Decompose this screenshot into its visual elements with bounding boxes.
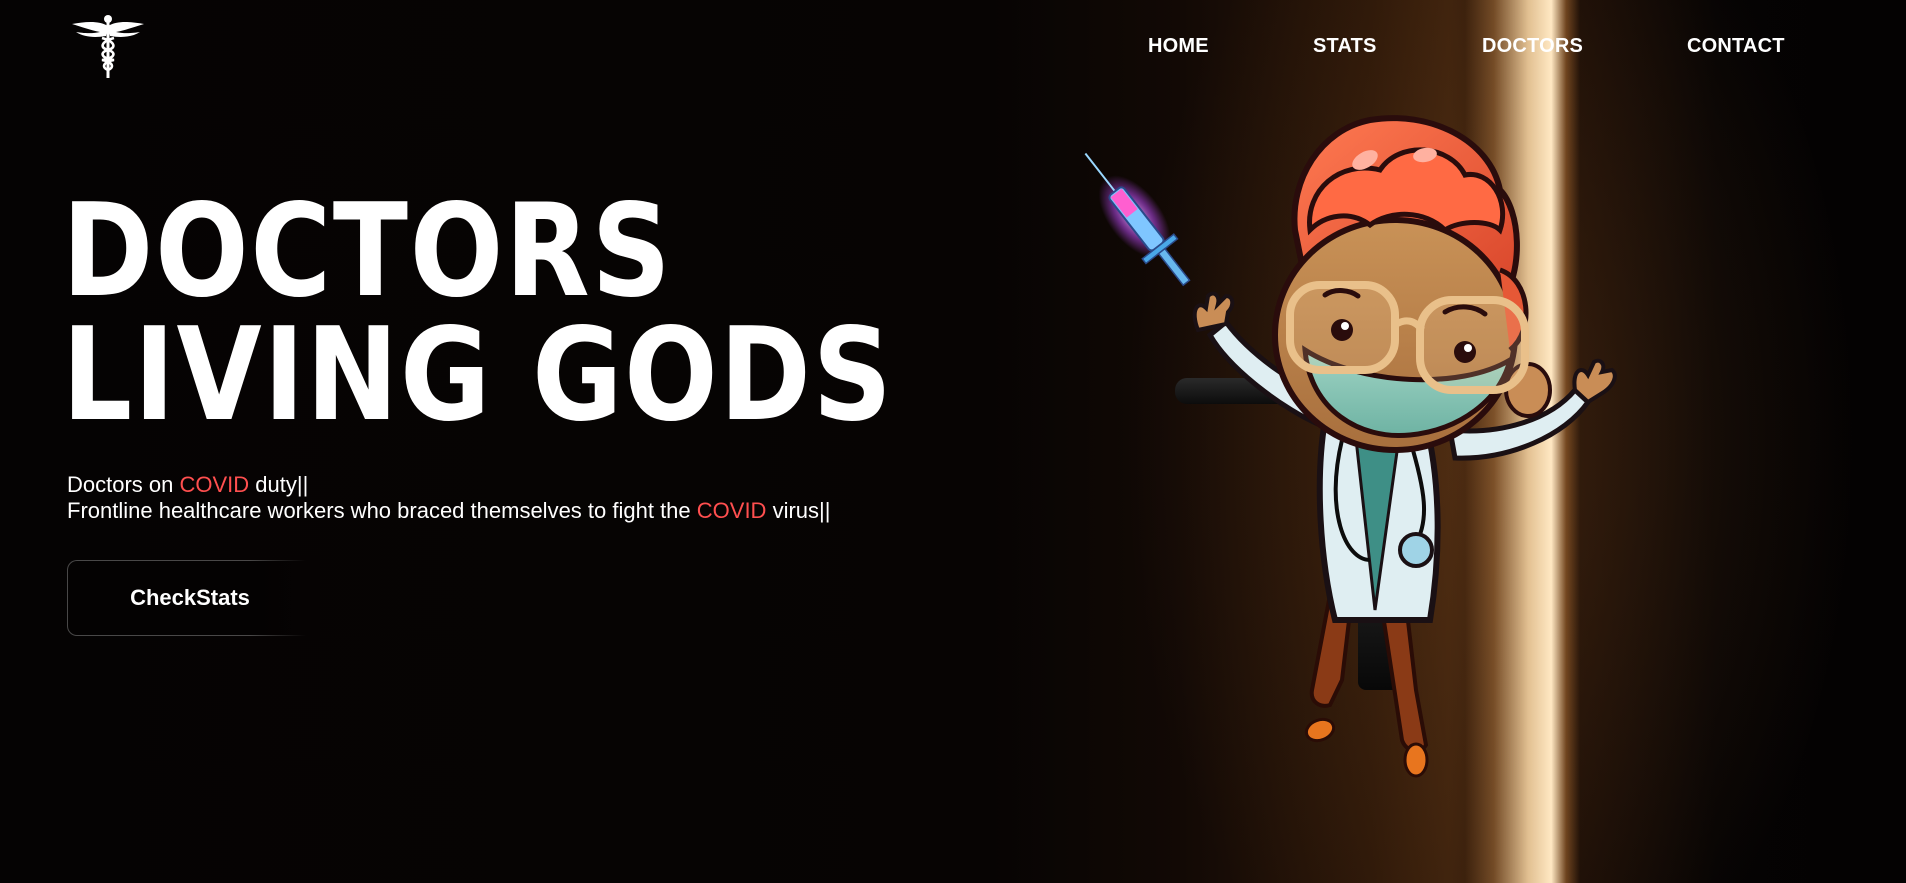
subtitle2-text: Frontline healthcare workers who braced … (67, 498, 697, 523)
subtitle1-highlight: COVID (179, 472, 250, 497)
nav-doctors-link[interactable]: DOCTORS (1482, 35, 1583, 58)
hero-title-line1: DOCTORS (62, 177, 673, 326)
hero-title-line2: LIVING GODS (62, 301, 894, 450)
nav-home-link[interactable]: HOME (1148, 35, 1209, 58)
nav-stats-link[interactable]: STATS (1313, 35, 1377, 58)
hero-title: DOCTORS LIVING GODS (62, 177, 894, 450)
subtitle2-highlight: COVID (696, 498, 767, 523)
hero-subtitle-line2: Frontline healthcare workers who braced … (67, 498, 830, 524)
main-nav: HOME STATS DOCTORS CONTACT (0, 35, 1906, 65)
cartoon-doctor-with-syringe-icon (1080, 90, 1660, 790)
subtitle2-text-end: virus|| (766, 498, 831, 523)
subtitle1-text-end: duty|| (249, 472, 309, 497)
subtitle1-text: Doctors on (67, 472, 180, 497)
hero-subtitle-line1: Doctors on COVID duty|| (67, 472, 308, 498)
check-stats-button[interactable]: CheckStats (67, 560, 313, 636)
nav-contact-link[interactable]: CONTACT (1687, 35, 1785, 58)
